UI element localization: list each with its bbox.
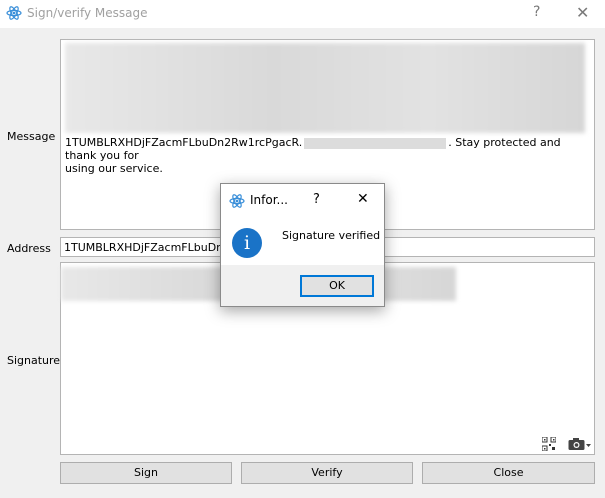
window-titlebar: Sign/verify Message ? ✕	[0, 0, 605, 28]
dialog-title: Infor...	[250, 193, 288, 207]
redacted-inline	[304, 137, 447, 149]
dialog-close-button[interactable]: ✕	[357, 191, 369, 207]
verify-button[interactable]: Verify	[241, 462, 413, 484]
message-text-line2: using our service.	[65, 162, 163, 175]
sign-button[interactable]: Sign	[60, 462, 232, 484]
dialog-body: i Signature verified	[221, 218, 384, 265]
dialog-help-button[interactable]: ?	[313, 192, 320, 207]
message-text-prefix: 1TUMBLRXHDjFZacmFLbuDn2Rw1rcPgacR.	[65, 136, 303, 149]
signature-label: Signature	[7, 354, 61, 367]
atom-logo-icon	[229, 194, 245, 208]
close-window-button[interactable]: ✕	[576, 3, 589, 22]
message-text: 1TUMBLRXHDjFZacmFLbuDn2Rw1rcPgacR.. Stay…	[65, 136, 595, 175]
message-label: Message	[7, 130, 56, 143]
atom-logo-icon	[6, 6, 22, 20]
close-button[interactable]: Close	[422, 462, 595, 484]
dialog-titlebar: Infor... ? ✕	[221, 184, 384, 218]
qr-code-icon[interactable]	[542, 437, 556, 451]
info-icon: i	[232, 228, 262, 258]
ok-button[interactable]: OK	[300, 275, 374, 297]
information-dialog: Infor... ? ✕ i Signature verified OK	[220, 183, 385, 307]
camera-icon[interactable]	[568, 437, 592, 451]
help-button[interactable]: ?	[533, 4, 540, 20]
redacted-block	[65, 43, 585, 133]
dialog-message: Signature verified	[282, 229, 381, 242]
address-label: Address	[7, 242, 51, 255]
window-title: Sign/verify Message	[27, 6, 148, 20]
